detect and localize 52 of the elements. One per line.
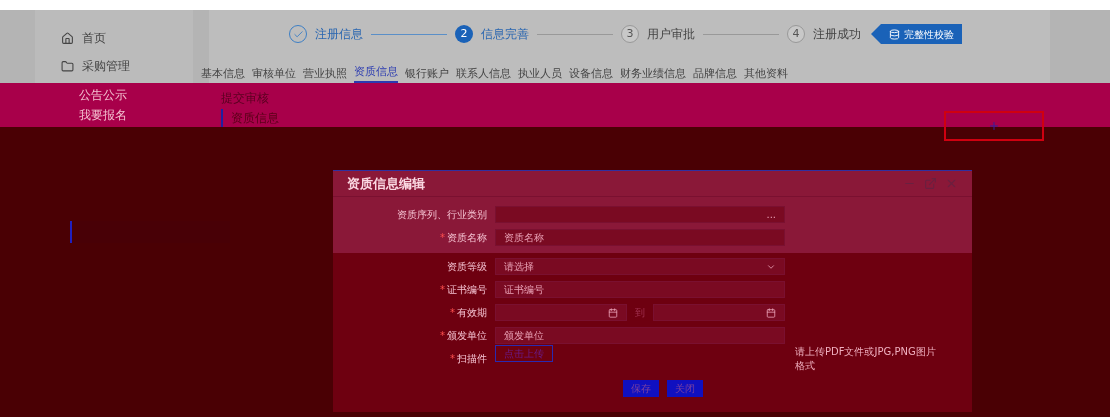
field-label: 资质序列、行业类别 (397, 208, 487, 222)
folder-icon (61, 59, 74, 73)
calendar-icon (608, 307, 618, 318)
tab[interactable]: 其他资料 (744, 65, 788, 83)
tab[interactable]: 财务业绩信息 (620, 65, 686, 83)
select-field[interactable]: 请选择 (495, 258, 785, 275)
required-mark: * (440, 283, 445, 297)
step-number: 4 (787, 25, 805, 43)
sidebar-item[interactable]: 我要报名 (79, 106, 127, 124)
tab[interactable]: 设备信息 (569, 65, 613, 83)
check-button[interactable]: 完整性校验 (871, 24, 962, 44)
field-label: 资质等级 (447, 260, 487, 274)
step-label: 信息完善 (481, 26, 529, 43)
home-icon (61, 31, 74, 45)
field-label: 资质名称 (447, 231, 487, 245)
date-field[interactable] (495, 304, 627, 321)
required-mark: * (440, 329, 445, 343)
field-label: 证书编号 (447, 283, 487, 297)
step-label: 注册信息 (315, 26, 363, 43)
field-label: 颁发单位 (447, 329, 487, 343)
tab[interactable]: 审核单位 (252, 65, 296, 83)
tab[interactable]: 品牌信息 (693, 65, 737, 83)
step-label: 用户审批 (647, 26, 695, 43)
add-icon (988, 120, 1000, 132)
dialog-title: 资质信息编辑 (347, 174, 425, 193)
tab[interactable]: 执业人员 (518, 65, 562, 83)
sidebar-item[interactable]: 首页 (82, 29, 106, 47)
tab[interactable]: 营业执照 (303, 65, 347, 83)
sidebar-item[interactable]: 采购管理 (82, 57, 130, 75)
required-mark: * (440, 231, 445, 245)
step-number: 2 (455, 25, 473, 43)
close-icon[interactable] (945, 177, 958, 190)
field-label: 扫描件 (457, 352, 487, 366)
field-label: 有效期 (457, 306, 487, 320)
tab[interactable]: 银行账户 (405, 65, 449, 83)
maximize-icon[interactable] (924, 177, 937, 190)
input-field[interactable]: ... (495, 206, 785, 223)
required-mark: * (450, 306, 455, 320)
upload-hint: 请上传PDF文件或JPG,PNG图片格式 (795, 344, 937, 373)
date-field[interactable] (653, 304, 785, 321)
step-number: 3 (621, 25, 639, 43)
input-field[interactable]: 颁发单位 (495, 327, 785, 344)
input-field[interactable]: 资质名称 (495, 229, 785, 246)
tab[interactable]: 联系人信息 (456, 65, 511, 83)
input-field[interactable]: 证书编号 (495, 281, 785, 298)
add-button[interactable] (944, 111, 1044, 141)
database-icon (889, 28, 900, 40)
calendar-icon (766, 307, 776, 318)
step-label: 注册成功 (813, 26, 861, 43)
required-mark: * (450, 352, 455, 366)
sidebar-item[interactable]: 公告公示 (79, 86, 127, 104)
tab[interactable]: 基本信息 (201, 65, 245, 83)
